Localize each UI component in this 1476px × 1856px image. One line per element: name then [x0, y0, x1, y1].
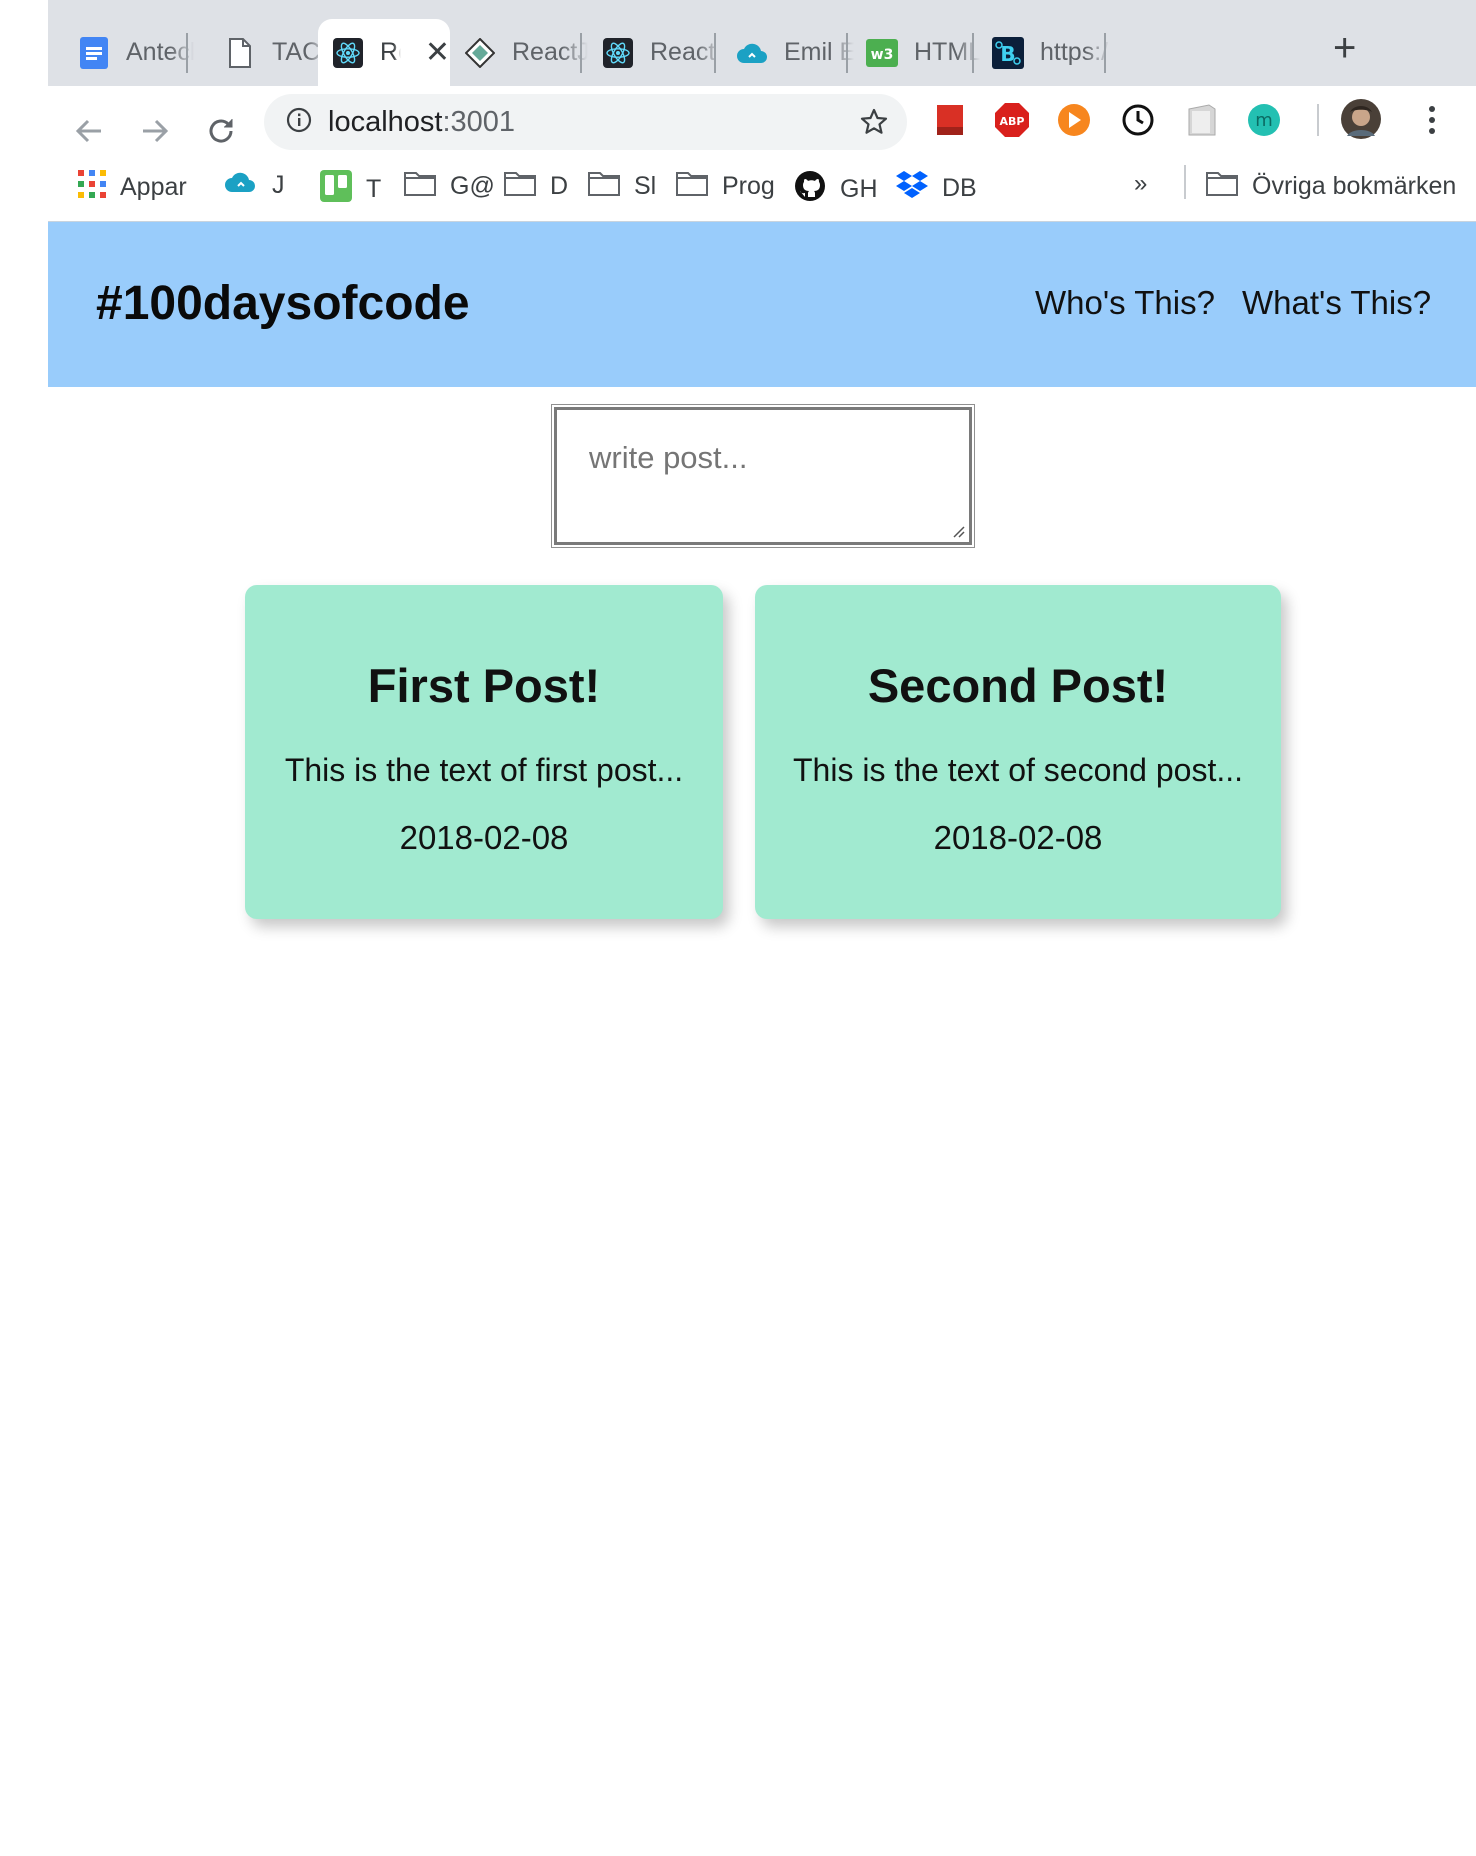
cloud-icon	[736, 37, 768, 69]
tab-https[interactable]: B https:/	[980, 19, 1110, 86]
reload-icon[interactable]	[206, 116, 236, 155]
bookmark-label: GH	[840, 175, 878, 203]
site-title[interactable]: #100daysofcode	[96, 276, 470, 331]
tab-anteck[interactable]: Anteck	[48, 19, 194, 86]
bookmark-label: J	[272, 171, 285, 199]
bookmark-folder-prog[interactable]: Prog	[676, 170, 775, 203]
folder-icon	[504, 170, 536, 203]
tab-strip: Anteck TACHY React ✕ ReactJ	[48, 0, 1476, 86]
tab-label: Emil Er	[784, 38, 854, 66]
tab-react-2[interactable]: React	[588, 19, 722, 86]
new-tab-button[interactable]: +	[1333, 28, 1356, 68]
trello-icon	[320, 170, 352, 209]
post-title: Second Post!	[867, 659, 1169, 712]
post-textarea-frame	[554, 407, 972, 545]
google-docs-icon	[78, 36, 110, 69]
nav-link-whos-this[interactable]: Who's This?	[1035, 284, 1215, 322]
bookmark-folder-g[interactable]: G@	[404, 170, 495, 203]
app-header: #100daysofcode Who's This? What's This?	[48, 221, 1476, 387]
bookmark-label: Prog	[722, 172, 775, 200]
folder-icon	[588, 170, 620, 203]
post-date: 2018-02-08	[933, 819, 1103, 856]
pdf-extension-icon[interactable]	[932, 102, 968, 138]
post-card: First Post! This is the text of first po…	[245, 585, 723, 919]
back-arrow-icon[interactable]	[74, 116, 104, 155]
forward-arrow-icon[interactable]	[140, 116, 170, 155]
bookmark-t[interactable]: T	[320, 170, 381, 209]
tab-label: ReactJ	[512, 38, 588, 66]
bookmark-label: Appar	[120, 173, 187, 201]
tab-label: Anteck	[126, 38, 194, 66]
tab-html[interactable]: w3 HTML	[854, 19, 980, 86]
bookmark-star-icon[interactable]	[859, 107, 889, 142]
tab-emil[interactable]: Emil Er	[722, 19, 854, 86]
folder-icon	[404, 170, 436, 203]
url-text[interactable]: localhost:3001	[328, 106, 515, 139]
play-extension-icon[interactable]	[1056, 102, 1092, 138]
bookmark-label: Övriga bokmärken	[1252, 172, 1457, 200]
bootstrap-icon: B	[992, 36, 1024, 69]
react-icon	[602, 37, 634, 69]
nav-link-whats-this[interactable]: What's This?	[1242, 284, 1431, 322]
more-bookmarks-chevron-icon[interactable]: »	[1134, 170, 1147, 198]
post-textarea[interactable]	[557, 410, 969, 542]
react-icon	[332, 37, 364, 69]
folder-icon	[1206, 170, 1238, 203]
document-icon	[224, 37, 256, 69]
tab-tachy[interactable]: TACHY	[194, 19, 325, 86]
svg-text:m: m	[1255, 110, 1273, 131]
bookmark-folder-sl[interactable]: Sl	[588, 170, 656, 203]
bookmark-db[interactable]: DB	[896, 170, 977, 207]
resize-grip-icon[interactable]	[949, 522, 965, 538]
info-icon[interactable]	[286, 107, 312, 138]
timer-extension-icon[interactable]	[1120, 102, 1156, 138]
bookmark-label: T	[366, 175, 382, 203]
adblock-plus-icon[interactable]: ABP	[994, 102, 1030, 138]
svg-text:ABP: ABP	[1000, 115, 1025, 128]
apps-grid-icon	[78, 170, 106, 205]
clipboard-extension-icon[interactable]	[1184, 102, 1220, 138]
svg-text:w3: w3	[871, 47, 894, 63]
tab-label: https:/	[1040, 38, 1109, 66]
tab-reactj[interactable]: ReactJ	[450, 19, 588, 86]
folder-icon	[676, 170, 708, 203]
cloud-icon	[224, 170, 258, 201]
tab-react-active[interactable]: React ✕	[318, 19, 450, 86]
post-date: 2018-02-08	[399, 819, 569, 856]
bookmark-label: G@	[450, 172, 495, 200]
bookmark-other-folder[interactable]: Övriga bokmärken	[1206, 170, 1456, 203]
bookmark-apps[interactable]: Appar	[78, 170, 187, 205]
bookmark-label: Sl	[634, 172, 657, 200]
reactjs-diamond-icon	[464, 37, 496, 69]
w3-icon: w3	[866, 37, 898, 69]
dropbox-icon	[896, 170, 928, 207]
browser-window: Anteck TACHY React ✕ ReactJ	[48, 0, 1476, 208]
close-tab-icon[interactable]: ✕	[425, 35, 450, 70]
post-text: This is the text of second post...	[793, 752, 1243, 788]
post-title: First Post!	[367, 659, 601, 712]
browser-menu-icon[interactable]	[1414, 102, 1450, 138]
bookmark-label: D	[550, 172, 569, 200]
post-form	[551, 404, 975, 548]
post-card: Second Post! This is the text of second …	[755, 585, 1281, 919]
tab-label: React	[650, 38, 716, 66]
avatar[interactable]	[1340, 98, 1382, 140]
bookmark-j[interactable]: J	[224, 170, 285, 201]
bookmark-gh[interactable]: GH	[794, 170, 878, 209]
bookmark-folder-d[interactable]: D	[504, 170, 568, 203]
tab-label: HTML	[914, 38, 980, 66]
github-icon	[794, 170, 826, 209]
tab-label: React	[380, 38, 401, 66]
bookmarks-bar: Appar J T G@ D Sl Prog GH DB » Övriga bo…	[48, 160, 1476, 222]
post-text: This is the text of first post...	[284, 752, 684, 788]
address-bar[interactable]: localhost:3001	[264, 94, 907, 150]
m-extension-icon[interactable]: m	[1246, 102, 1282, 138]
bookmark-label: DB	[942, 174, 977, 202]
